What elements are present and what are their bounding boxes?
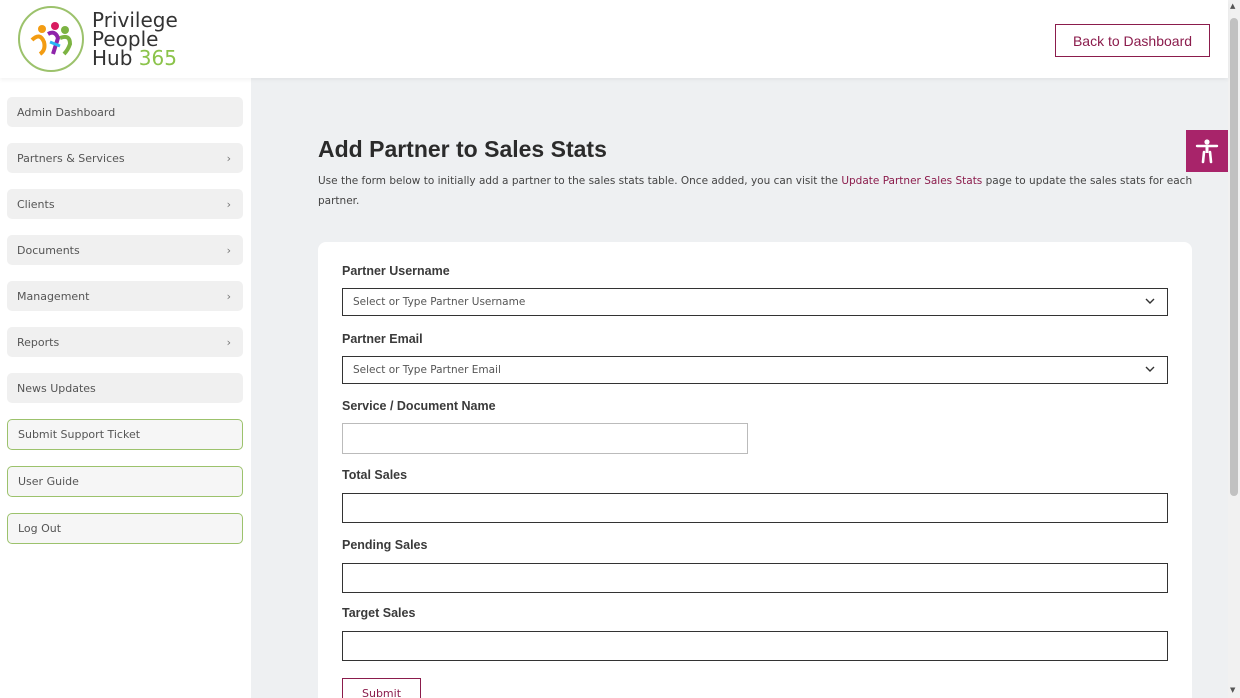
sidebar-item-reports[interactable]: Reports › [7, 327, 243, 357]
brand-name: Privilege People Hub 365 [92, 7, 178, 70]
update-partner-sales-stats-link[interactable]: Update Partner Sales Stats [841, 175, 982, 187]
accessibility-icon [1195, 139, 1219, 164]
sidebar-item-clients[interactable]: Clients › [7, 189, 243, 219]
back-to-dashboard-button[interactable]: Back to Dashboard [1055, 24, 1210, 57]
form-card: Partner Username Select or Type Partner … [318, 242, 1192, 698]
chevron-right-icon: › [226, 335, 231, 349]
scroll-up-arrow[interactable]: ▲ [1230, 2, 1235, 10]
total-sales-label: Total Sales [342, 468, 408, 482]
chevron-right-icon: › [226, 151, 231, 165]
sidebar-item-management[interactable]: Management › [7, 281, 243, 311]
target-sales-label: Target Sales [342, 606, 416, 620]
chevron-right-icon: › [226, 289, 231, 303]
page-scrollbar[interactable]: ▲ ▼ [1228, 0, 1240, 698]
partner-email-select[interactable]: Select or Type Partner Email [342, 356, 1168, 384]
brand-logo[interactable]: Privilege People Hub 365 [18, 6, 178, 72]
scrollbar-thumb[interactable] [1230, 18, 1238, 496]
service-name-input[interactable] [342, 423, 748, 454]
accessibility-button[interactable] [1186, 130, 1228, 172]
sidebar-item-partners-services[interactable]: Partners & Services › [7, 143, 243, 173]
partner-username-label: Partner Username [342, 264, 450, 278]
chevron-down-icon [1145, 298, 1155, 304]
chevron-right-icon: › [226, 197, 231, 211]
main-content: Add Partner to Sales Stats Use the form … [251, 78, 1228, 698]
page-description: Use the form below to initially add a pa… [318, 175, 1193, 207]
header: Privilege People Hub 365 Back to Dashboa… [0, 0, 1228, 78]
partner-email-label: Partner Email [342, 332, 423, 346]
page-title: Add Partner to Sales Stats [318, 136, 607, 162]
total-sales-input[interactable] [342, 493, 1168, 523]
sidebar: Admin Dashboard Partners & Services › Cl… [0, 78, 251, 698]
sidebar-link-support-ticket[interactable]: Submit Support Ticket [7, 419, 243, 450]
sidebar-item-news-updates[interactable]: News Updates [7, 373, 243, 403]
partner-username-select[interactable]: Select or Type Partner Username [342, 288, 1168, 316]
sidebar-link-user-guide[interactable]: User Guide [7, 466, 243, 497]
sidebar-item-documents[interactable]: Documents › [7, 235, 243, 265]
pending-sales-input[interactable] [342, 563, 1168, 593]
chevron-right-icon: › [226, 243, 231, 257]
chevron-down-icon [1145, 366, 1155, 372]
service-name-label: Service / Document Name [342, 399, 496, 413]
sidebar-item-admin-dashboard[interactable]: Admin Dashboard [7, 97, 243, 127]
logo-people-icon [18, 6, 84, 72]
pending-sales-label: Pending Sales [342, 538, 428, 552]
target-sales-input[interactable] [342, 631, 1168, 661]
scroll-down-arrow[interactable]: ▼ [1230, 686, 1235, 694]
submit-button[interactable]: Submit [342, 678, 421, 698]
sidebar-link-log-out[interactable]: Log Out [7, 513, 243, 544]
